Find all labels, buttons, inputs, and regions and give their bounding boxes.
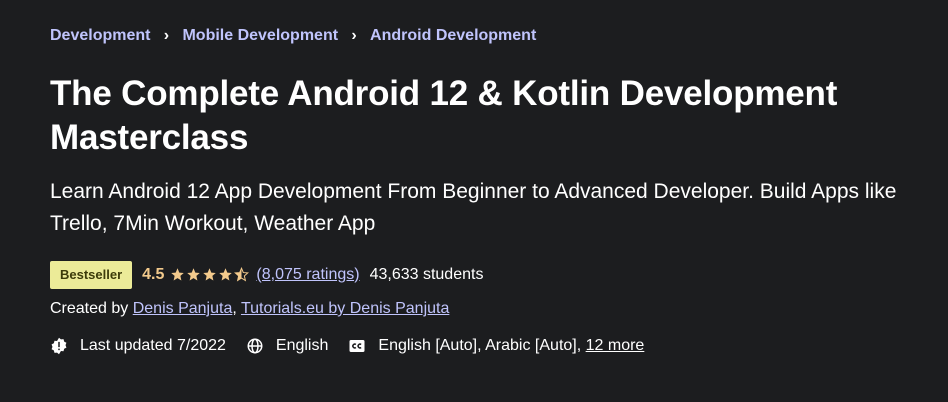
star-half-icon — [234, 267, 250, 282]
chevron-right-icon: › — [351, 27, 357, 44]
breadcrumb-mobile-development[interactable]: Mobile Development — [182, 27, 338, 45]
alert-badge-icon — [51, 337, 67, 355]
star-icon — [187, 268, 201, 281]
course-subtitle: Learn Android 12 App Development From Be… — [50, 180, 897, 235]
closed-captions-icon — [349, 340, 365, 352]
star-rating — [170, 267, 250, 282]
last-updated: Last updated 7/2022 — [50, 337, 226, 355]
students-count: 43,633 students — [369, 265, 484, 283]
breadcrumb: Development › Mobile Development › Andro… — [50, 27, 536, 45]
instructor-link-denis-panjuta[interactable]: Denis Panjuta — [133, 300, 233, 317]
instructor-separator: , — [232, 300, 237, 317]
breadcrumb-android-development[interactable]: Android Development — [370, 27, 536, 45]
rating-number: 4.5 — [142, 265, 165, 283]
bestseller-badge: Bestseller — [50, 260, 133, 289]
created-by-label: Created by — [50, 300, 129, 317]
captions-text: English [Auto], Arabic [Auto], — [378, 337, 582, 354]
created-by-row: Created by Denis Panjuta, Tutorials.eu b… — [50, 300, 449, 318]
star-icon — [203, 268, 217, 281]
more-captions-link[interactable]: 12 more — [586, 337, 645, 355]
star-icon — [219, 268, 233, 281]
language: English — [246, 337, 328, 355]
course-meta-row: Last updated 7/2022 English English [Aut… — [50, 335, 664, 357]
course-title: The Complete Android 12 & Kotlin Develop… — [50, 74, 838, 157]
last-updated-text: Last updated 7/2022 — [80, 337, 226, 354]
chevron-right-icon: › — [163, 27, 170, 44]
globe-icon — [247, 338, 263, 354]
instructor-link-tutorials-eu[interactable]: Tutorials.eu by Denis Panjuta — [241, 300, 449, 317]
language-text: English — [275, 337, 329, 354]
captions: English [Auto], Arabic [Auto], 12 more — [348, 337, 644, 355]
breadcrumb-development[interactable]: Development — [50, 27, 150, 45]
rating-row: Bestseller 4.5 (8,075 ratings) 43,633 st… — [50, 260, 483, 289]
ratings-count-link[interactable]: (8,075 ratings) — [256, 266, 359, 284]
star-icon — [171, 268, 185, 281]
